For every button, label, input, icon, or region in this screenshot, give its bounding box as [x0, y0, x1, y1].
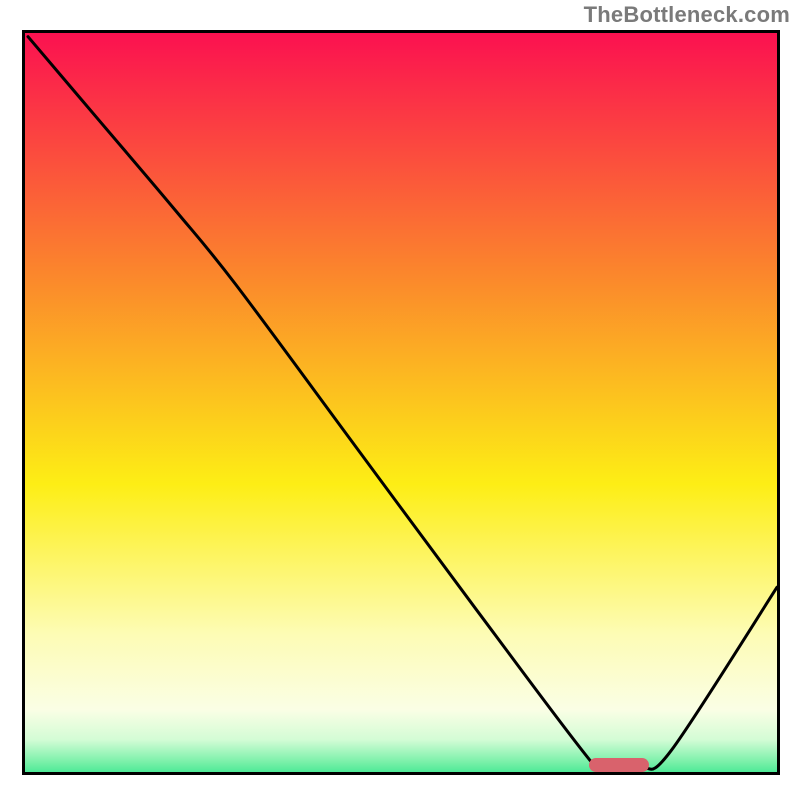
curve-line [28, 37, 777, 772]
chart-container: TheBottleneck.com [0, 0, 800, 800]
optimal-marker [589, 758, 649, 772]
plot-area [22, 30, 780, 775]
watermark-label: TheBottleneck.com [584, 2, 790, 28]
curve-layer [25, 33, 777, 772]
